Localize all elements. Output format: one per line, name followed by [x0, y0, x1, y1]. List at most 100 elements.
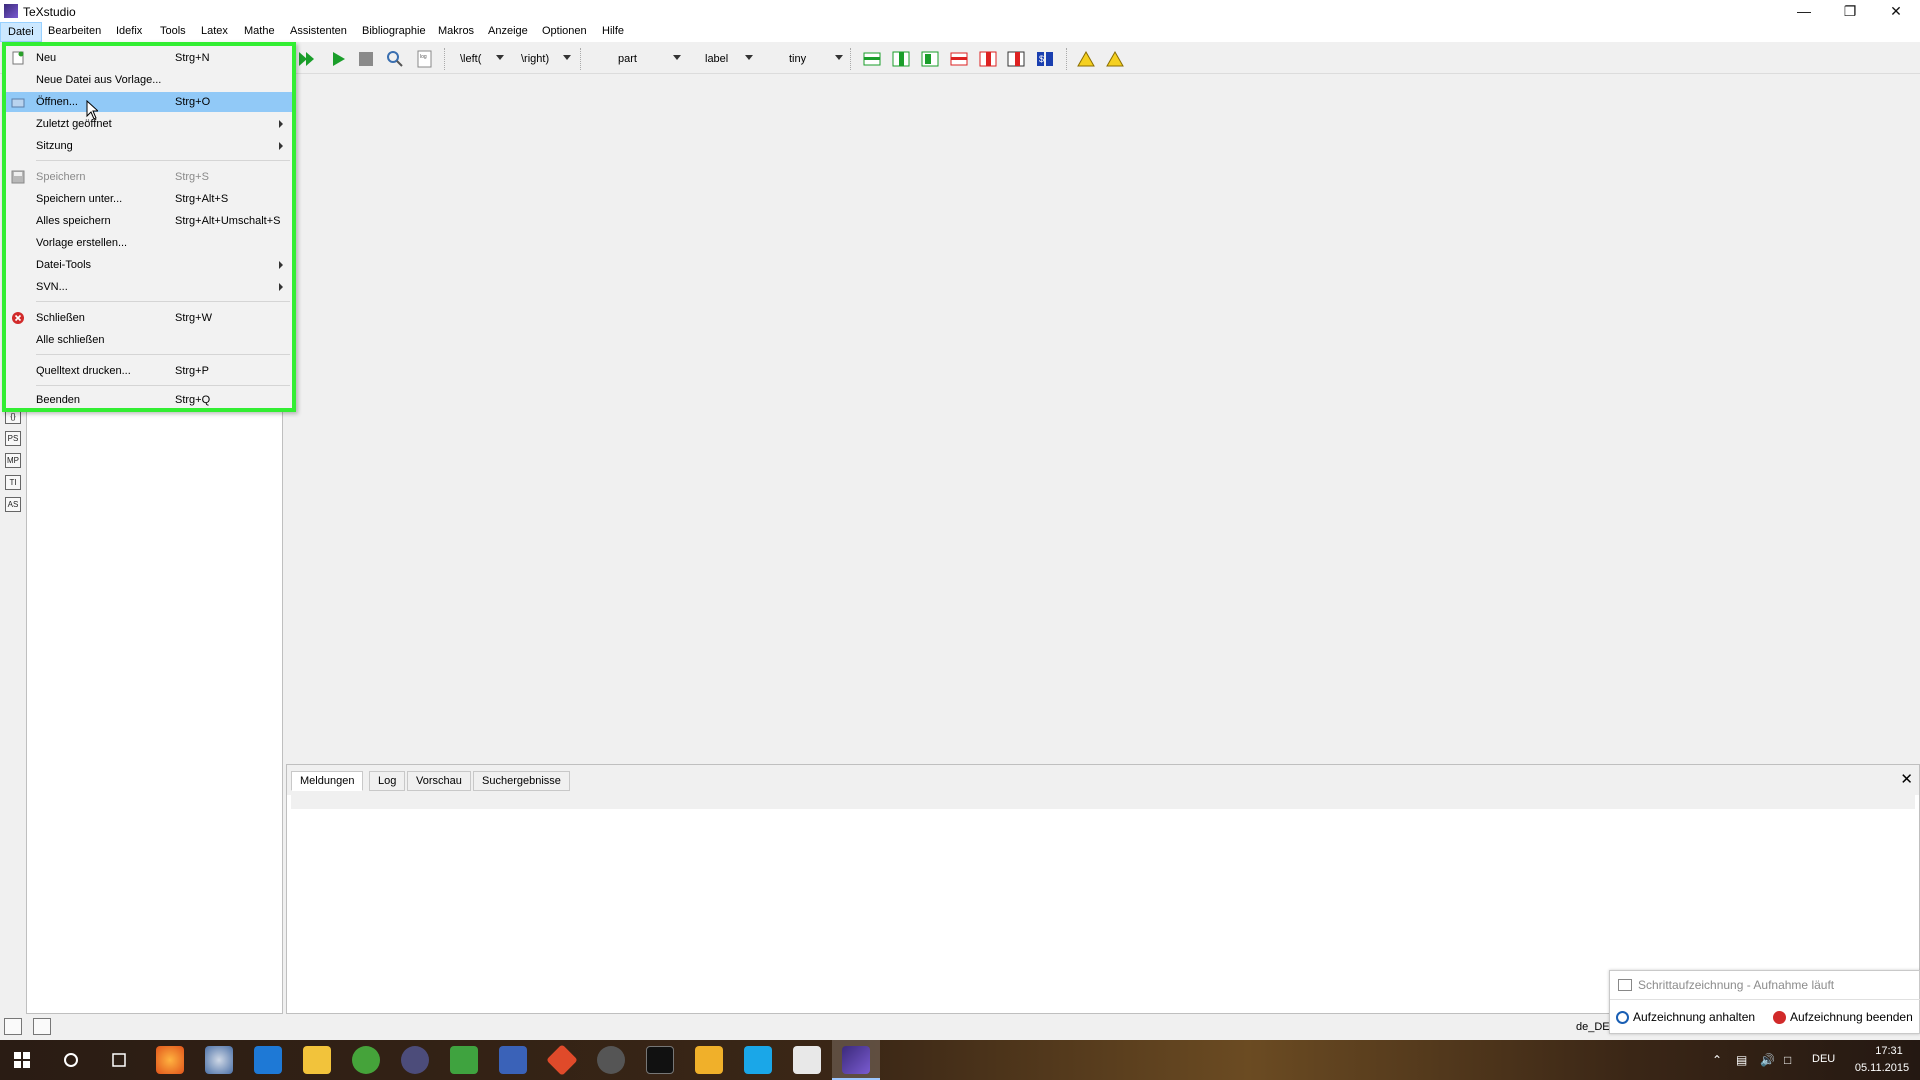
side-icon-metapost[interactable]: MP	[5, 453, 21, 468]
menu-item-zuletzt-geoeffnet[interactable]: Zuletzt geöffnet	[6, 114, 292, 134]
input-language[interactable]: DEU	[1812, 1053, 1835, 1065]
toggle-structure-icon[interactable]	[4, 1018, 22, 1035]
restore-button[interactable]: ❐	[1827, 0, 1873, 22]
menu-item-svn[interactable]: SVN...	[6, 277, 292, 297]
add-row-icon[interactable]	[863, 50, 881, 68]
menu-separator	[36, 385, 290, 386]
clock-time[interactable]: 17:31	[1864, 1045, 1914, 1057]
menu-item-schliessen[interactable]: Schließen Strg+W	[6, 308, 292, 328]
menu-hilfe[interactable]: Hilfe	[602, 25, 624, 37]
open-folder-icon	[11, 98, 25, 108]
search-icon[interactable]	[63, 1052, 79, 1068]
view-log-icon[interactable]: log	[416, 50, 434, 68]
menu-optionen[interactable]: Optionen	[542, 25, 587, 37]
close-window-button[interactable]: ✕	[1873, 0, 1919, 22]
firefox-icon[interactable]	[156, 1046, 184, 1074]
add-column-icon[interactable]	[892, 50, 910, 68]
right-delimiter-combo[interactable]: \right)	[521, 49, 549, 69]
tab-meldungen[interactable]: Meldungen	[291, 771, 364, 791]
remove-column-icon[interactable]	[979, 50, 997, 68]
view-pdf-icon[interactable]	[386, 50, 404, 68]
menu-anzeige[interactable]: Anzeige	[488, 25, 528, 37]
mail-client-icon[interactable]	[205, 1046, 233, 1074]
side-icon-asymptote[interactable]: AS	[5, 497, 21, 512]
reference-combo[interactable]: label	[705, 49, 728, 69]
texstudio-taskbar-icon[interactable]	[842, 1046, 870, 1074]
side-icon-pstricks[interactable]: PS	[5, 431, 21, 446]
terminal-icon[interactable]	[646, 1046, 674, 1074]
menu-item-label: Zuletzt geöffnet	[36, 118, 112, 130]
utorrent-icon[interactable]	[352, 1046, 380, 1074]
menu-item-speichern[interactable]: Speichern Strg+S	[6, 167, 292, 187]
windows-start-icon[interactable]	[14, 1052, 30, 1068]
chevron-up-icon[interactable]: ⌃	[1712, 1053, 1722, 1067]
menu-item-datei-tools[interactable]: Datei-Tools	[6, 255, 292, 275]
menu-item-alle-schliessen[interactable]: Alle schließen	[6, 330, 292, 350]
menu-item-shortcut: Strg+Alt+Umschalt+S	[175, 215, 281, 227]
stop-recording-button[interactable]: Aufzeichnung beenden	[1790, 1010, 1913, 1024]
chevron-down-icon[interactable]	[745, 55, 753, 60]
cut-column-icon[interactable]	[1007, 50, 1025, 68]
menu-item-label: Öffnen...	[36, 96, 78, 108]
menu-bearbeiten[interactable]: Bearbeiten	[48, 25, 101, 37]
file-explorer-icon[interactable]	[303, 1046, 331, 1074]
tab-log[interactable]: Log	[369, 771, 406, 791]
build-and-view-icon[interactable]	[298, 50, 316, 68]
font-size-combo[interactable]: tiny	[789, 49, 806, 69]
menu-tools[interactable]: Tools	[160, 25, 186, 37]
pause-recording-button[interactable]: Aufzeichnung anhalten	[1633, 1010, 1755, 1024]
menu-makros[interactable]: Makros	[438, 25, 474, 37]
editor-area[interactable]	[284, 74, 1920, 764]
menu-item-neu[interactable]: Neu Strg+N	[6, 48, 292, 68]
tab-vorschau[interactable]: Vorschau	[407, 771, 471, 791]
compile-icon[interactable]	[330, 50, 348, 68]
menu-datei[interactable]: Datei	[0, 22, 42, 42]
sync-app-icon[interactable]	[597, 1046, 625, 1074]
warning-next-icon[interactable]	[1106, 50, 1124, 68]
remove-row-icon[interactable]	[950, 50, 968, 68]
word-icon[interactable]	[499, 1046, 527, 1074]
side-icon-tikz[interactable]: TI	[5, 475, 21, 490]
chevron-down-icon[interactable]	[563, 55, 571, 60]
chevron-down-icon[interactable]	[496, 55, 504, 60]
notification-icon[interactable]: □	[1784, 1053, 1791, 1067]
edge-browser-icon[interactable]	[254, 1046, 282, 1074]
table-tool-icon[interactable]	[921, 50, 939, 68]
menu-item-vorlage-erstellen[interactable]: Vorlage erstellen...	[6, 233, 292, 253]
volume-icon[interactable]: 🔊	[1760, 1053, 1775, 1067]
menu-item-neue-datei-aus-vorlage[interactable]: Neue Datei aus Vorlage...	[6, 70, 292, 90]
chevron-down-icon[interactable]	[835, 55, 843, 60]
skype-icon[interactable]	[744, 1046, 772, 1074]
stop-icon[interactable]	[357, 50, 375, 68]
steps-recorder-icon[interactable]	[793, 1046, 821, 1074]
clock-date[interactable]: 05.11.2015	[1850, 1062, 1914, 1074]
app-icon[interactable]	[695, 1046, 723, 1074]
chevron-down-icon[interactable]	[673, 55, 681, 60]
git-icon[interactable]	[546, 1044, 578, 1076]
menu-separator	[36, 301, 290, 302]
menu-item-speichern-unter[interactable]: Speichern unter... Strg+Alt+S	[6, 189, 292, 209]
section-combo[interactable]: part	[618, 49, 637, 69]
network-icon[interactable]: ▤	[1736, 1053, 1747, 1067]
left-delimiter-combo[interactable]: \left(	[460, 49, 481, 69]
menu-item-quelltext-drucken[interactable]: Quelltext drucken... Strg+P	[6, 361, 292, 381]
menu-mathe[interactable]: Mathe	[244, 25, 275, 37]
toggle-messages-icon[interactable]	[33, 1018, 51, 1035]
task-view-icon[interactable]	[110, 1052, 128, 1068]
menu-bibliographie[interactable]: Bibliographie	[362, 25, 426, 37]
warning-icon[interactable]	[1077, 50, 1095, 68]
menu-item-sitzung[interactable]: Sitzung	[6, 136, 292, 156]
minimize-button[interactable]: —	[1781, 0, 1827, 22]
notepad-plus-icon[interactable]	[450, 1046, 478, 1074]
align-columns-icon[interactable]: $	[1036, 50, 1054, 68]
tab-suchergebnisse[interactable]: Suchergebnisse	[473, 771, 570, 791]
menu-assistenten[interactable]: Assistenten	[290, 25, 347, 37]
eclipse-icon[interactable]	[401, 1046, 429, 1074]
menu-item-beenden[interactable]: Beenden Strg+Q	[6, 390, 292, 410]
menu-latex[interactable]: Latex	[201, 25, 228, 37]
menu-item-alles-speichern[interactable]: Alles speichern Strg+Alt+Umschalt+S	[6, 211, 292, 231]
menu-item-oeffnen[interactable]: Öffnen... Strg+O	[6, 92, 292, 112]
menu-idefix[interactable]: Idefix	[116, 25, 142, 37]
close-panel-icon[interactable]: ✕	[1900, 770, 1913, 788]
language-status[interactable]: de_DE	[1576, 1021, 1610, 1033]
